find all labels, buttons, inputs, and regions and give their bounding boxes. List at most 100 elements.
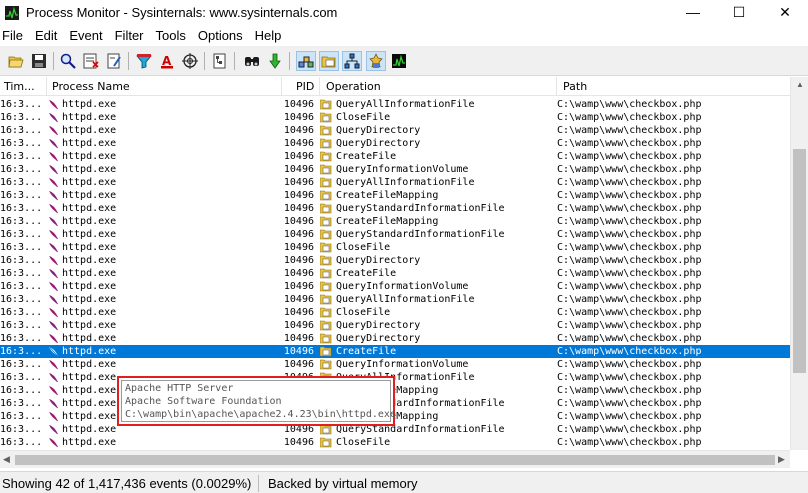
cell-process-name: httpd.exe — [62, 242, 117, 253]
cell-process-name: httpd.exe — [62, 125, 117, 136]
cell-process-name: httpd.exe — [62, 346, 117, 357]
menu-options[interactable]: Options — [192, 26, 249, 46]
table-row[interactable]: 16:3... httpd.exe 10496 QueryStandardInform… — [0, 202, 790, 215]
table-row[interactable]: 16:3... httpd.exe 10496 QueryAllInformation… — [0, 98, 790, 111]
cell-time: 16:3... — [0, 112, 43, 123]
filesystem-activity-icon[interactable] — [319, 51, 339, 71]
cell-operation: QueryDirectory — [336, 125, 421, 136]
cell-pid: 10496 — [283, 255, 314, 266]
apache-feather-icon — [49, 399, 58, 409]
menu-event[interactable]: Event — [63, 26, 108, 46]
registry-activity-icon[interactable] — [296, 51, 316, 71]
cell-operation: CloseFile — [336, 437, 391, 448]
table-row[interactable]: 16:3... httpd.exe 10496 CloseFile C:\wamp\ww… — [0, 111, 790, 124]
close-button[interactable]: ✕ — [762, 0, 808, 26]
scroll-right-icon[interactable]: ▶ — [778, 454, 785, 465]
cell-operation: CreateFile — [336, 151, 397, 162]
vertical-scroll-thumb[interactable] — [793, 149, 806, 373]
cell-operation: QueryInformationVolume — [336, 164, 469, 175]
table-row[interactable]: 16:3... httpd.exe 10496 CreateFile C:\wamp\w… — [0, 150, 790, 163]
table-row[interactable]: 16:3... httpd.exe 10496 CreateFile C:\wamp\w… — [0, 345, 790, 358]
cell-process-name: httpd.exe — [62, 112, 117, 123]
table-row[interactable]: 16:3... httpd.exe 10496 QueryInformationVol… — [0, 163, 790, 176]
cell-pid: 10496 — [283, 294, 314, 305]
table-row[interactable]: 16:3... httpd.exe 10496 CreateFileMapping C:… — [0, 189, 790, 202]
table-row[interactable]: 16:3... httpd.exe 10496 QueryDirectory C:\wa… — [0, 137, 790, 150]
cell-process-name: httpd.exe — [62, 203, 117, 214]
col-time[interactable]: Tim... — [4, 80, 35, 93]
table-row[interactable]: 16:3... httpd.exe 10496 QueryInformationVol… — [0, 358, 790, 371]
cell-process-name: httpd.exe — [62, 359, 117, 370]
cell-operation: QueryAllInformationFile — [336, 99, 475, 110]
network-activity-icon[interactable] — [342, 51, 362, 71]
cell-path: C:\wamp\www\checkbox.php — [557, 177, 702, 188]
vertical-scrollbar[interactable]: ▲ — [790, 77, 808, 450]
filesystem-operation-icon — [320, 294, 332, 305]
col-process-name[interactable]: Process Name — [52, 80, 130, 93]
jump-icon[interactable] — [265, 51, 285, 71]
apache-feather-icon — [49, 126, 58, 136]
cell-operation: QueryDirectory — [336, 333, 421, 344]
table-row[interactable]: 16:3... httpd.exe 10496 QueryInformationVol… — [0, 280, 790, 293]
save-icon[interactable] — [29, 51, 49, 71]
table-row[interactable]: 16:3... httpd.exe 10496 QueryDirectory C:\wa… — [0, 254, 790, 267]
filesystem-operation-icon — [320, 216, 332, 227]
cell-process-name: httpd.exe — [62, 307, 117, 318]
highlight-icon[interactable]: A — [157, 51, 177, 71]
table-row[interactable]: 16:3... httpd.exe 10496 QueryAllInformation… — [0, 293, 790, 306]
filesystem-operation-icon — [320, 333, 332, 344]
cell-pid: 10496 — [283, 333, 314, 344]
filesystem-operation-icon — [320, 151, 332, 162]
cell-process-name: httpd.exe — [62, 138, 117, 149]
cell-time: 16:3... — [0, 294, 43, 305]
table-row[interactable]: 16:3... httpd.exe 10496 QueryDirectory C:\wa… — [0, 319, 790, 332]
apache-feather-icon — [49, 438, 58, 448]
cell-operation: QueryInformationVolume — [336, 359, 469, 370]
process-tree-icon[interactable] — [210, 51, 230, 71]
col-pid[interactable]: PID — [296, 80, 314, 93]
menu-edit[interactable]: Edit — [29, 26, 63, 46]
cell-process-name: httpd.exe — [62, 177, 117, 188]
menu-filter[interactable]: Filter — [109, 26, 150, 46]
table-row[interactable]: 16:3... httpd.exe 10496 CloseFile C:\wamp\ww… — [0, 241, 790, 254]
open-icon[interactable] — [6, 51, 26, 71]
table-row[interactable]: 16:3... httpd.exe 10496 QueryStandardInform… — [0, 228, 790, 241]
maximize-button[interactable]: ☐ — [716, 0, 762, 26]
menu-help[interactable]: Help — [249, 26, 288, 46]
apache-feather-icon — [49, 295, 58, 305]
autoscroll-icon[interactable] — [81, 51, 101, 71]
table-row[interactable]: 16:3... httpd.exe 10496 CreateFile C:\wamp\w… — [0, 267, 790, 280]
table-row[interactable]: 16:3... httpd.exe 10496 CloseFile C:\wamp\ww… — [0, 306, 790, 319]
col-path[interactable]: Path — [563, 80, 587, 93]
table-row[interactable]: 16:3... httpd.exe 10496 CreateFileMapping C:… — [0, 215, 790, 228]
cell-pid: 10496 — [283, 346, 314, 357]
cell-path: C:\wamp\www\checkbox.php — [557, 216, 702, 227]
cell-path: C:\wamp\www\checkbox.php — [557, 372, 702, 383]
cell-path: C:\wamp\www\checkbox.php — [557, 411, 702, 422]
scroll-left-icon[interactable]: ◀ — [3, 454, 10, 465]
process-activity-icon[interactable] — [366, 51, 386, 71]
apache-feather-icon — [49, 217, 58, 227]
cell-time: 16:3... — [0, 359, 43, 370]
table-row[interactable]: 16:3... httpd.exe 10496 QueryDirectory C:\wa… — [0, 332, 790, 345]
menu-tools[interactable]: Tools — [150, 26, 192, 46]
horizontal-scroll-thumb[interactable] — [15, 455, 775, 465]
apache-feather-icon — [49, 178, 58, 188]
table-row[interactable]: 16:3... httpd.exe 10496 QueryDirectory C:\wa… — [0, 124, 790, 137]
filter-icon[interactable] — [134, 51, 154, 71]
cell-path: C:\wamp\www\checkbox.php — [557, 437, 702, 448]
profiling-activity-icon[interactable] — [389, 51, 409, 71]
find-icon[interactable] — [242, 51, 262, 71]
target-icon[interactable] — [180, 51, 200, 71]
magnify-icon[interactable] — [58, 51, 78, 71]
filesystem-operation-icon — [320, 177, 332, 188]
horizontal-scrollbar[interactable]: ◀ ▶ — [0, 450, 790, 468]
clear-icon[interactable] — [104, 51, 124, 71]
col-operation[interactable]: Operation — [326, 80, 381, 93]
minimize-button[interactable]: — — [670, 0, 716, 26]
table-row[interactable]: 16:3... httpd.exe 10496 QueryAllInformation… — [0, 176, 790, 189]
cell-time: 16:3... — [0, 216, 43, 227]
scroll-up-icon[interactable]: ▲ — [796, 80, 804, 89]
table-row[interactable]: 16:3... httpd.exe 10496 CloseFile C:\wamp\ww… — [0, 436, 790, 449]
menu-file[interactable]: File — [0, 26, 29, 46]
